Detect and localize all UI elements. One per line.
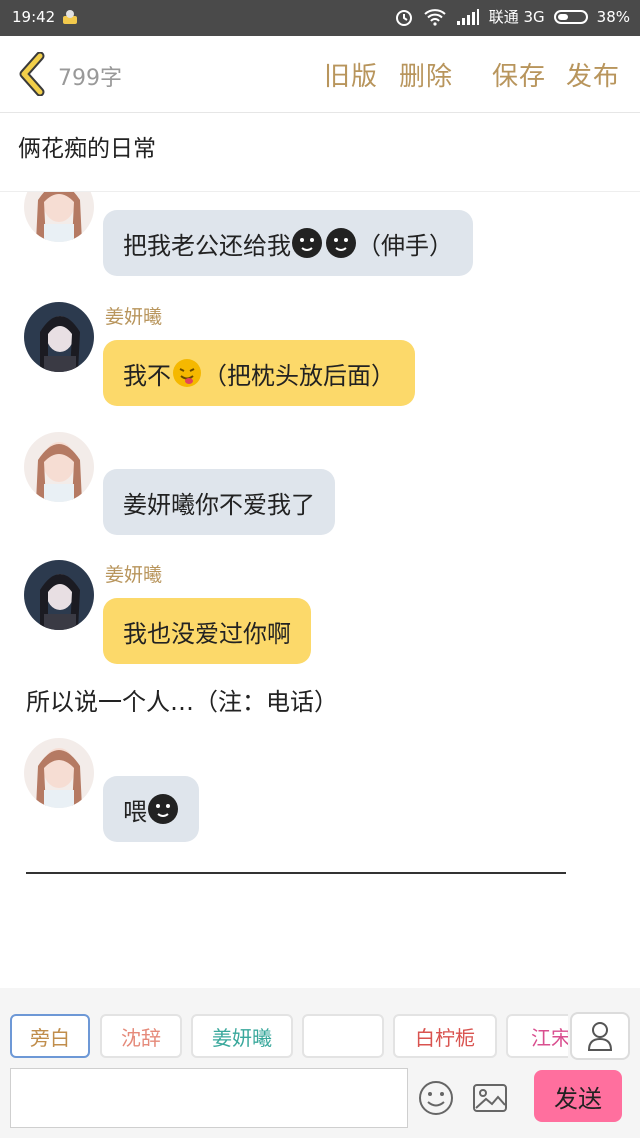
- role-chip-bainingzhi[interactable]: 白柠栀: [393, 1014, 497, 1058]
- emoji-picker-icon[interactable]: [416, 1078, 456, 1118]
- person-icon: [587, 1022, 613, 1051]
- role-chip-narrator[interactable]: 旁白: [10, 1014, 90, 1058]
- wifi-icon: [424, 8, 446, 26]
- message-bubble[interactable]: 我也没爱过你啊: [103, 598, 311, 664]
- story-title: 俩花痴的日常: [18, 136, 156, 162]
- black-smiley-icon: [148, 794, 178, 824]
- publish-button[interactable]: 发布: [566, 56, 620, 93]
- role-chip-label: 姜妍曦: [212, 1025, 272, 1050]
- narration-text: 所以说一个人…（注：电话）: [26, 688, 338, 716]
- role-chip-jiangyanxi[interactable]: 姜妍曦: [191, 1014, 293, 1058]
- avatar-girl-light[interactable]: [24, 192, 94, 242]
- role-chip-jiangsong[interactable]: 江宋: [506, 1014, 568, 1058]
- app-notification-icon: [63, 10, 77, 24]
- composer-panel: 旁白 沈辞 姜妍曦 白柠栀 江宋 发送: [0, 988, 640, 1138]
- editor-header: 799字 旧版 删除 保存 发布: [0, 36, 640, 113]
- role-chip-label: 白柠栀: [415, 1025, 475, 1050]
- back-chevron-icon[interactable]: [14, 52, 50, 96]
- message-bubble[interactable]: 我不 （把枕头放后面）: [103, 340, 415, 406]
- message-action-text: （把枕头放后面）: [203, 361, 395, 390]
- battery-percent: 38%: [596, 7, 630, 26]
- message-action-text: （伸手）: [357, 231, 453, 260]
- avatar-girl-light[interactable]: [24, 738, 94, 808]
- status-time: 19:42: [12, 8, 56, 26]
- black-smiley-icon: [326, 228, 356, 258]
- word-count: 799字: [58, 66, 122, 91]
- role-chip-label: 旁白: [30, 1025, 70, 1050]
- chat-area[interactable]: 把我老公还给我 （伸手） 姜妍曦 我不 （把枕头放后面） 姜妍曦你不爱我了 姜妍…: [0, 192, 640, 988]
- role-chip-label: 江宋: [531, 1025, 568, 1050]
- message-text: 把我老公还给我: [123, 231, 291, 260]
- message-input[interactable]: [10, 1068, 408, 1128]
- message-bubble[interactable]: 把我老公还给我 （伸手）: [103, 210, 473, 276]
- story-title-bar[interactable]: 俩花痴的日常: [0, 113, 640, 192]
- speaker-name: 姜妍曦: [105, 306, 163, 328]
- battery-icon: [553, 9, 588, 24]
- send-button[interactable]: 发送: [534, 1070, 622, 1122]
- avatar-girl-light[interactable]: [24, 432, 94, 502]
- image-picker-icon[interactable]: [470, 1078, 510, 1118]
- speaker-name: 姜妍曦: [105, 564, 163, 586]
- black-smiley-icon: [292, 228, 322, 258]
- message-bubble[interactable]: 姜妍曦你不爱我了: [103, 469, 335, 535]
- avatar-girl-dark[interactable]: [24, 560, 94, 630]
- message-text: 姜妍曦你不爱我了: [123, 490, 315, 519]
- role-chip-label: 沈辞: [121, 1025, 161, 1050]
- old-version-button[interactable]: 旧版: [324, 56, 378, 93]
- avatar-girl-dark[interactable]: [24, 302, 94, 372]
- status-bar: 19:42 联通 3G 38%: [0, 0, 640, 36]
- role-chip-4[interactable]: [302, 1014, 384, 1058]
- message-text: 喂: [123, 797, 147, 826]
- underline-divider: [26, 872, 566, 874]
- tongue-emoji-icon: [173, 359, 201, 387]
- battery-fill: [557, 13, 568, 20]
- message-text: 我不: [123, 361, 171, 390]
- carrier-label: 联通 3G: [488, 8, 545, 26]
- role-chip-list[interactable]: 旁白 沈辞 姜妍曦 白柠栀 江宋: [0, 1014, 568, 1060]
- send-button-label: 发送: [554, 1084, 602, 1113]
- alarm-icon: [395, 9, 412, 26]
- signal-icon: [456, 8, 479, 25]
- role-chip-shenci[interactable]: 沈辞: [100, 1014, 182, 1058]
- save-button[interactable]: 保存: [492, 56, 546, 93]
- manage-roles-button[interactable]: [570, 1012, 630, 1060]
- delete-button[interactable]: 删除: [399, 56, 453, 93]
- message-bubble[interactable]: 喂: [103, 776, 199, 842]
- message-text: 我也没爱过你啊: [123, 619, 291, 648]
